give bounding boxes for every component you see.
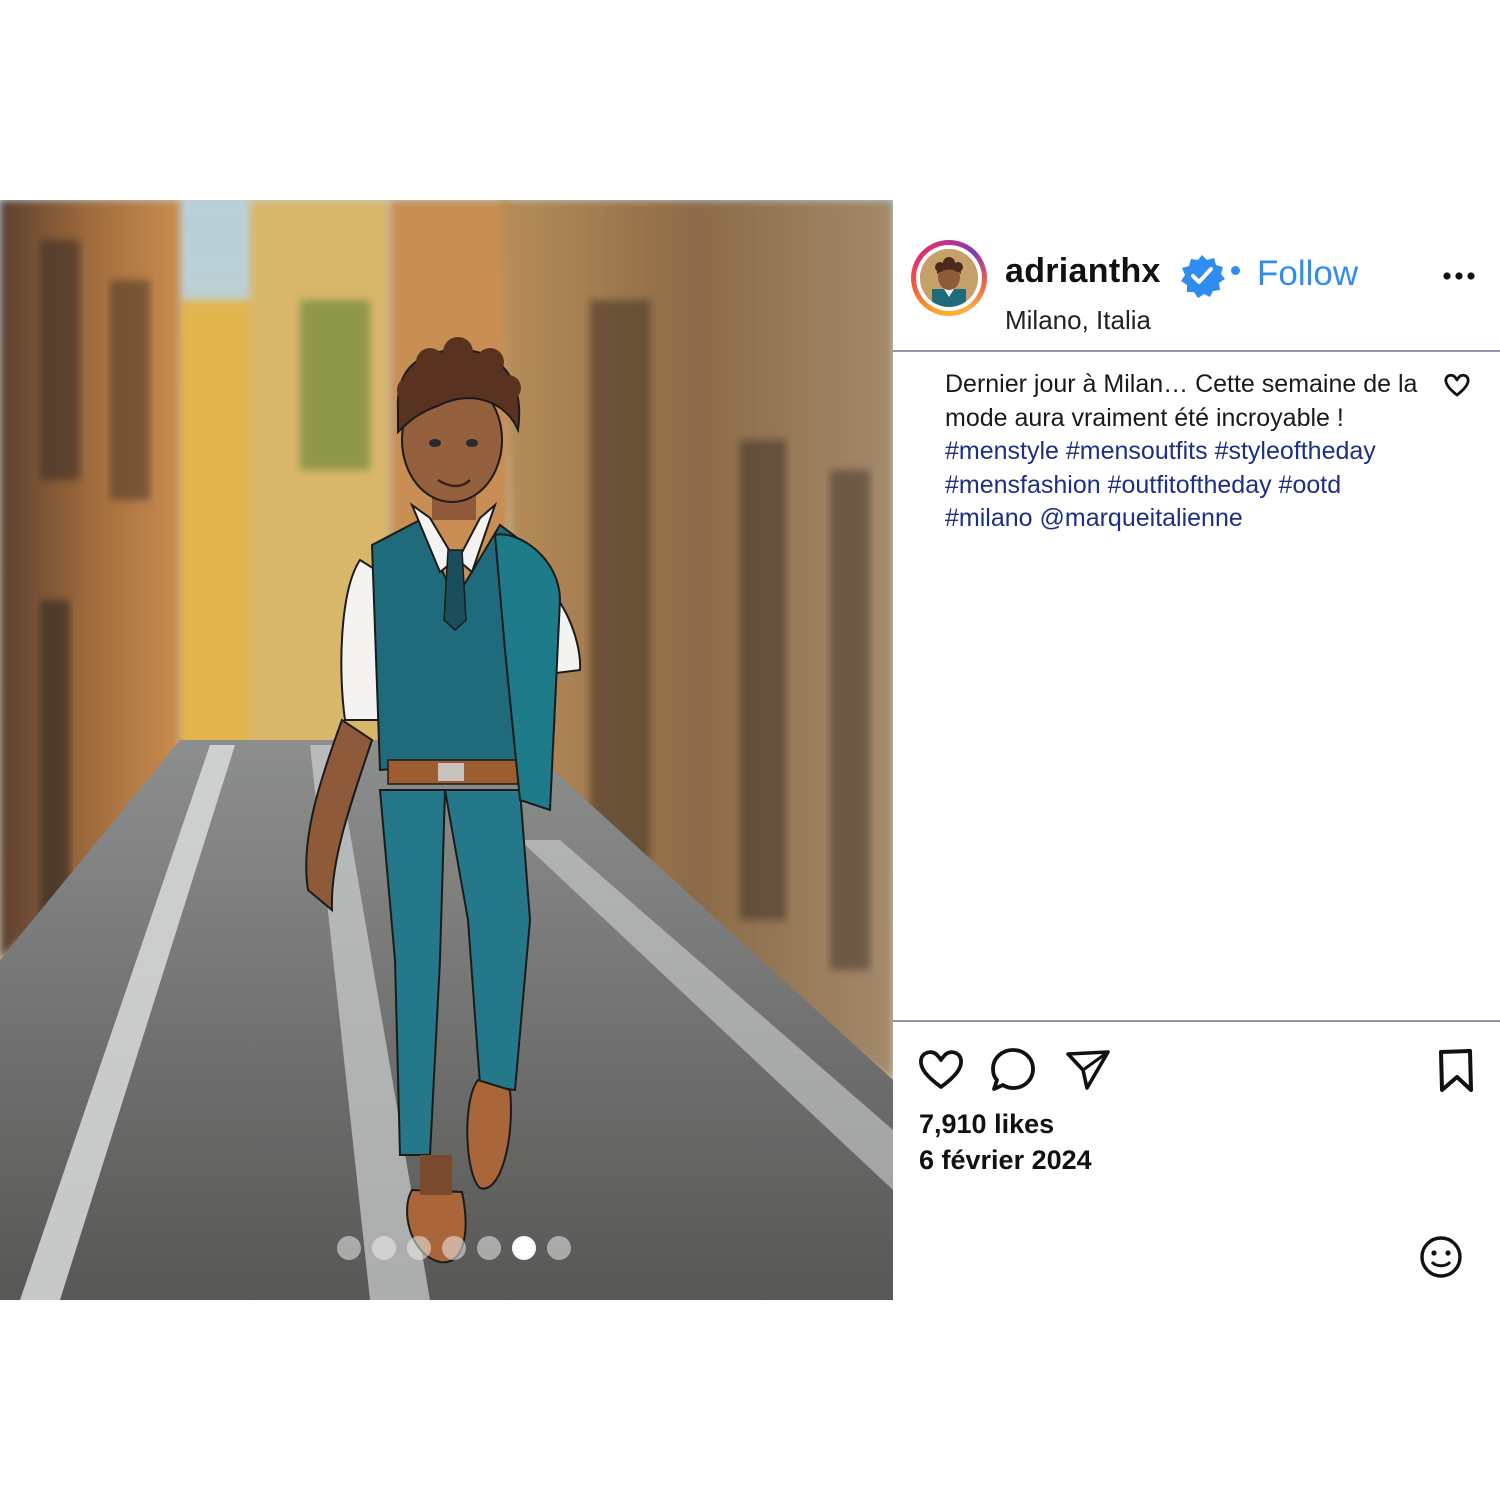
carousel-dot[interactable]: [337, 1236, 361, 1260]
username-link[interactable]: adrianthx: [1005, 252, 1161, 291]
carousel-dot[interactable]: [547, 1236, 571, 1260]
like-heart-icon[interactable]: [917, 1047, 965, 1091]
verified-badge-icon: [1181, 255, 1225, 298]
caption: Dernier jour à Milan… Cette semaine de l…: [945, 368, 1423, 536]
post-detail-panel: adrianthx Follow Milano, Italia Dernier …: [893, 200, 1500, 1300]
likes-count[interactable]: 7,910 likes: [919, 1109, 1054, 1140]
share-send-icon[interactable]: [1065, 1048, 1111, 1092]
carousel-dot[interactable]: [477, 1236, 501, 1260]
caption-text: Dernier jour à Milan… Cette semaine de l…: [945, 370, 1418, 432]
post-date: 6 février 2024: [919, 1145, 1092, 1175]
avatar[interactable]: [920, 249, 978, 307]
location-link[interactable]: Milano, Italia: [1005, 305, 1151, 336]
post-photo[interactable]: [0, 200, 893, 1300]
street-scene-illustration: [0, 200, 893, 1300]
more-options-icon[interactable]: [1441, 270, 1477, 282]
emoji-smiley-icon[interactable]: [1418, 1234, 1464, 1280]
instagram-post: adrianthx Follow Milano, Italia Dernier …: [0, 200, 1500, 1300]
separator-dot: [1231, 266, 1240, 275]
avatar-frame: [916, 245, 982, 311]
story-ring[interactable]: [911, 240, 987, 316]
bookmark-icon[interactable]: [1436, 1048, 1476, 1094]
comment-bubble-icon[interactable]: [989, 1046, 1039, 1094]
carousel-indicator[interactable]: [337, 1236, 571, 1260]
header-divider: [893, 350, 1500, 352]
actions-divider: [893, 1020, 1500, 1022]
carousel-dot[interactable]: [442, 1236, 466, 1260]
carousel-dot-active[interactable]: [512, 1236, 536, 1260]
caption-like-heart-icon[interactable]: [1443, 372, 1471, 398]
follow-button[interactable]: Follow: [1257, 254, 1358, 294]
carousel-dot[interactable]: [407, 1236, 431, 1260]
caption-hashtags[interactable]: #menstyle #mensoutfits #styleoftheday #m…: [945, 437, 1376, 532]
carousel-dot[interactable]: [372, 1236, 396, 1260]
